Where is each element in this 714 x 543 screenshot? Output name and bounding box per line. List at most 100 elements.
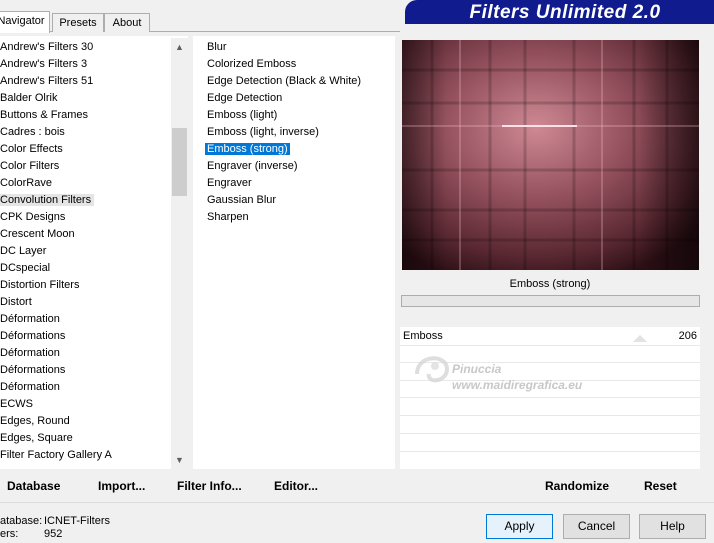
category-item-label: Filter Factory Gallery A — [0, 449, 112, 461]
category-item[interactable]: Déformation — [0, 311, 188, 328]
filter-item-label: Emboss (strong) — [205, 143, 290, 155]
filter-item-label: Engraver — [207, 177, 252, 189]
category-item[interactable]: Déformations — [0, 362, 188, 379]
category-item-label: Edges, Square — [0, 432, 73, 444]
app-title: Filters Unlimited 2.0 — [469, 2, 661, 23]
category-item-selected[interactable]: Convolution Filters — [0, 192, 188, 209]
category-item[interactable]: Déformation — [0, 379, 188, 396]
filter-item[interactable]: Engraver — [193, 175, 395, 192]
filter-item[interactable]: Edge Detection (Black & White) — [193, 73, 395, 90]
filter-item[interactable]: Colorized Emboss — [193, 56, 395, 73]
category-item-label: DCspecial — [0, 262, 51, 274]
category-item[interactable]: Distortion Filters — [0, 277, 188, 294]
category-item[interactable]: Balder Olrik — [0, 90, 188, 107]
filter-info-button[interactable]: Filter Info... — [177, 478, 242, 494]
filter-item-label: Gaussian Blur — [207, 194, 277, 206]
database-button[interactable]: Database — [7, 478, 60, 494]
filters-count-value: 952 — [44, 528, 63, 540]
category-item-label: Déformation — [0, 347, 60, 359]
category-scrollbar[interactable] — [171, 38, 188, 469]
filter-item[interactable]: Sharpen — [193, 209, 395, 226]
apply-button[interactable]: Apply — [486, 514, 553, 539]
param-row-divider — [400, 397, 700, 398]
editor-button[interactable]: Editor... — [274, 478, 318, 494]
scrollbar-thumb[interactable] — [172, 128, 187, 196]
category-item[interactable]: ColorRave — [0, 175, 188, 192]
filters-count-label: ers: — [0, 528, 19, 540]
filter-item-selected[interactable]: Emboss (strong) — [193, 141, 395, 158]
category-item-label: Balder Olrik — [0, 92, 58, 104]
category-item[interactable]: Déformations — [0, 328, 188, 345]
tab-about[interactable]: About — [104, 13, 150, 32]
category-item[interactable]: DCspecial — [0, 260, 188, 277]
category-item[interactable]: Buttons & Frames — [0, 107, 188, 124]
category-item[interactable]: Filter Factory Gallery A — [0, 447, 188, 464]
category-item[interactable]: Edges, Round — [0, 413, 188, 430]
filter-item-label: Engraver (inverse) — [207, 160, 298, 172]
filter-item-label: Edge Detection (Black & White) — [207, 75, 362, 87]
category-item-label: Color Effects — [0, 143, 63, 155]
tab-navigator[interactable]: Navigator — [0, 11, 50, 33]
category-item-label: Convolution Filters — [0, 194, 95, 206]
emboss-slider-value[interactable]: 206 — [660, 329, 697, 343]
cancel-button[interactable]: Cancel — [563, 514, 630, 539]
reset-button[interactable]: Reset — [644, 478, 677, 494]
category-item[interactable]: DC Layer — [0, 243, 188, 260]
filter-item[interactable]: Emboss (light, inverse) — [193, 124, 395, 141]
category-item-label: Déformations — [0, 364, 66, 376]
database-label: atabase: — [0, 515, 43, 527]
param-row-divider — [400, 451, 700, 452]
category-item[interactable]: CPK Designs — [0, 209, 188, 226]
category-item[interactable]: Color Effects — [0, 141, 188, 158]
category-item-label: Déformation — [0, 313, 60, 325]
category-item-label: ECWS — [0, 398, 33, 410]
randomize-button[interactable]: Randomize — [545, 478, 609, 494]
category-item[interactable]: Andrew's Filters 30 — [0, 39, 188, 56]
scroll-up-icon[interactable]: ▲ — [171, 39, 188, 56]
watermark-name: Pinuccia — [452, 362, 502, 376]
category-item-label: Crescent Moon — [0, 228, 75, 240]
category-item-label: Distortion Filters — [0, 279, 80, 291]
category-item-label: Distort — [0, 296, 32, 308]
filter-list[interactable]: Blur Colorized Emboss Edge Detection (Blac… — [193, 36, 395, 469]
category-item-label: Cadres : bois — [0, 126, 65, 138]
preview-filter-label: Emboss (strong) — [509, 278, 591, 290]
filter-item[interactable]: Emboss (light) — [193, 107, 395, 124]
category-item-label: DC Layer — [0, 245, 47, 257]
emboss-slider-thumb[interactable] — [633, 335, 647, 342]
filter-item[interactable]: Edge Detection — [193, 90, 395, 107]
filter-item[interactable]: Engraver (inverse) — [193, 158, 395, 175]
category-item[interactable]: Crescent Moon — [0, 226, 188, 243]
progress-bar — [401, 295, 700, 307]
category-item[interactable]: Andrew's Filters 51 — [0, 73, 188, 90]
filter-item-label: Emboss (light) — [207, 109, 278, 121]
help-button[interactable]: Help — [639, 514, 706, 539]
category-item-label: Andrew's Filters 30 — [0, 41, 94, 53]
filter-item[interactable]: Blur — [193, 39, 395, 56]
filter-item-label: Blur — [207, 41, 227, 53]
category-item[interactable]: Edges, Square — [0, 430, 188, 447]
filter-item-label: Emboss (light, inverse) — [207, 126, 319, 138]
scroll-down-icon[interactable]: ▼ — [171, 452, 188, 469]
filter-item[interactable]: Gaussian Blur — [193, 192, 395, 209]
category-item-label: Andrew's Filters 51 — [0, 75, 94, 87]
filter-item-label: Sharpen — [207, 211, 249, 223]
param-row-divider — [400, 433, 700, 434]
database-value: ICNET-Filters — [44, 515, 110, 527]
category-item-label: Edges, Round — [0, 415, 70, 427]
param-row-divider — [400, 415, 700, 416]
footer-divider — [0, 502, 714, 503]
category-item-label: Déformations — [0, 330, 66, 342]
category-item[interactable]: Déformation — [0, 345, 188, 362]
import-button[interactable]: Import... — [98, 478, 145, 494]
emboss-slider-label: Emboss — [403, 330, 443, 342]
category-item[interactable]: Andrew's Filters 3 — [0, 56, 188, 73]
category-item[interactable]: Cadres : bois — [0, 124, 188, 141]
tab-presets[interactable]: Presets — [52, 13, 104, 32]
category-item[interactable]: ECWS — [0, 396, 188, 413]
category-item[interactable]: Color Filters — [0, 158, 188, 175]
category-item[interactable]: Distort — [0, 294, 188, 311]
category-item-label: Buttons & Frames — [0, 109, 89, 121]
category-list[interactable]: Andrew's Filters 30 Andrew's Filters 3 And… — [0, 36, 188, 469]
category-item-label: Andrew's Filters 3 — [0, 58, 88, 70]
